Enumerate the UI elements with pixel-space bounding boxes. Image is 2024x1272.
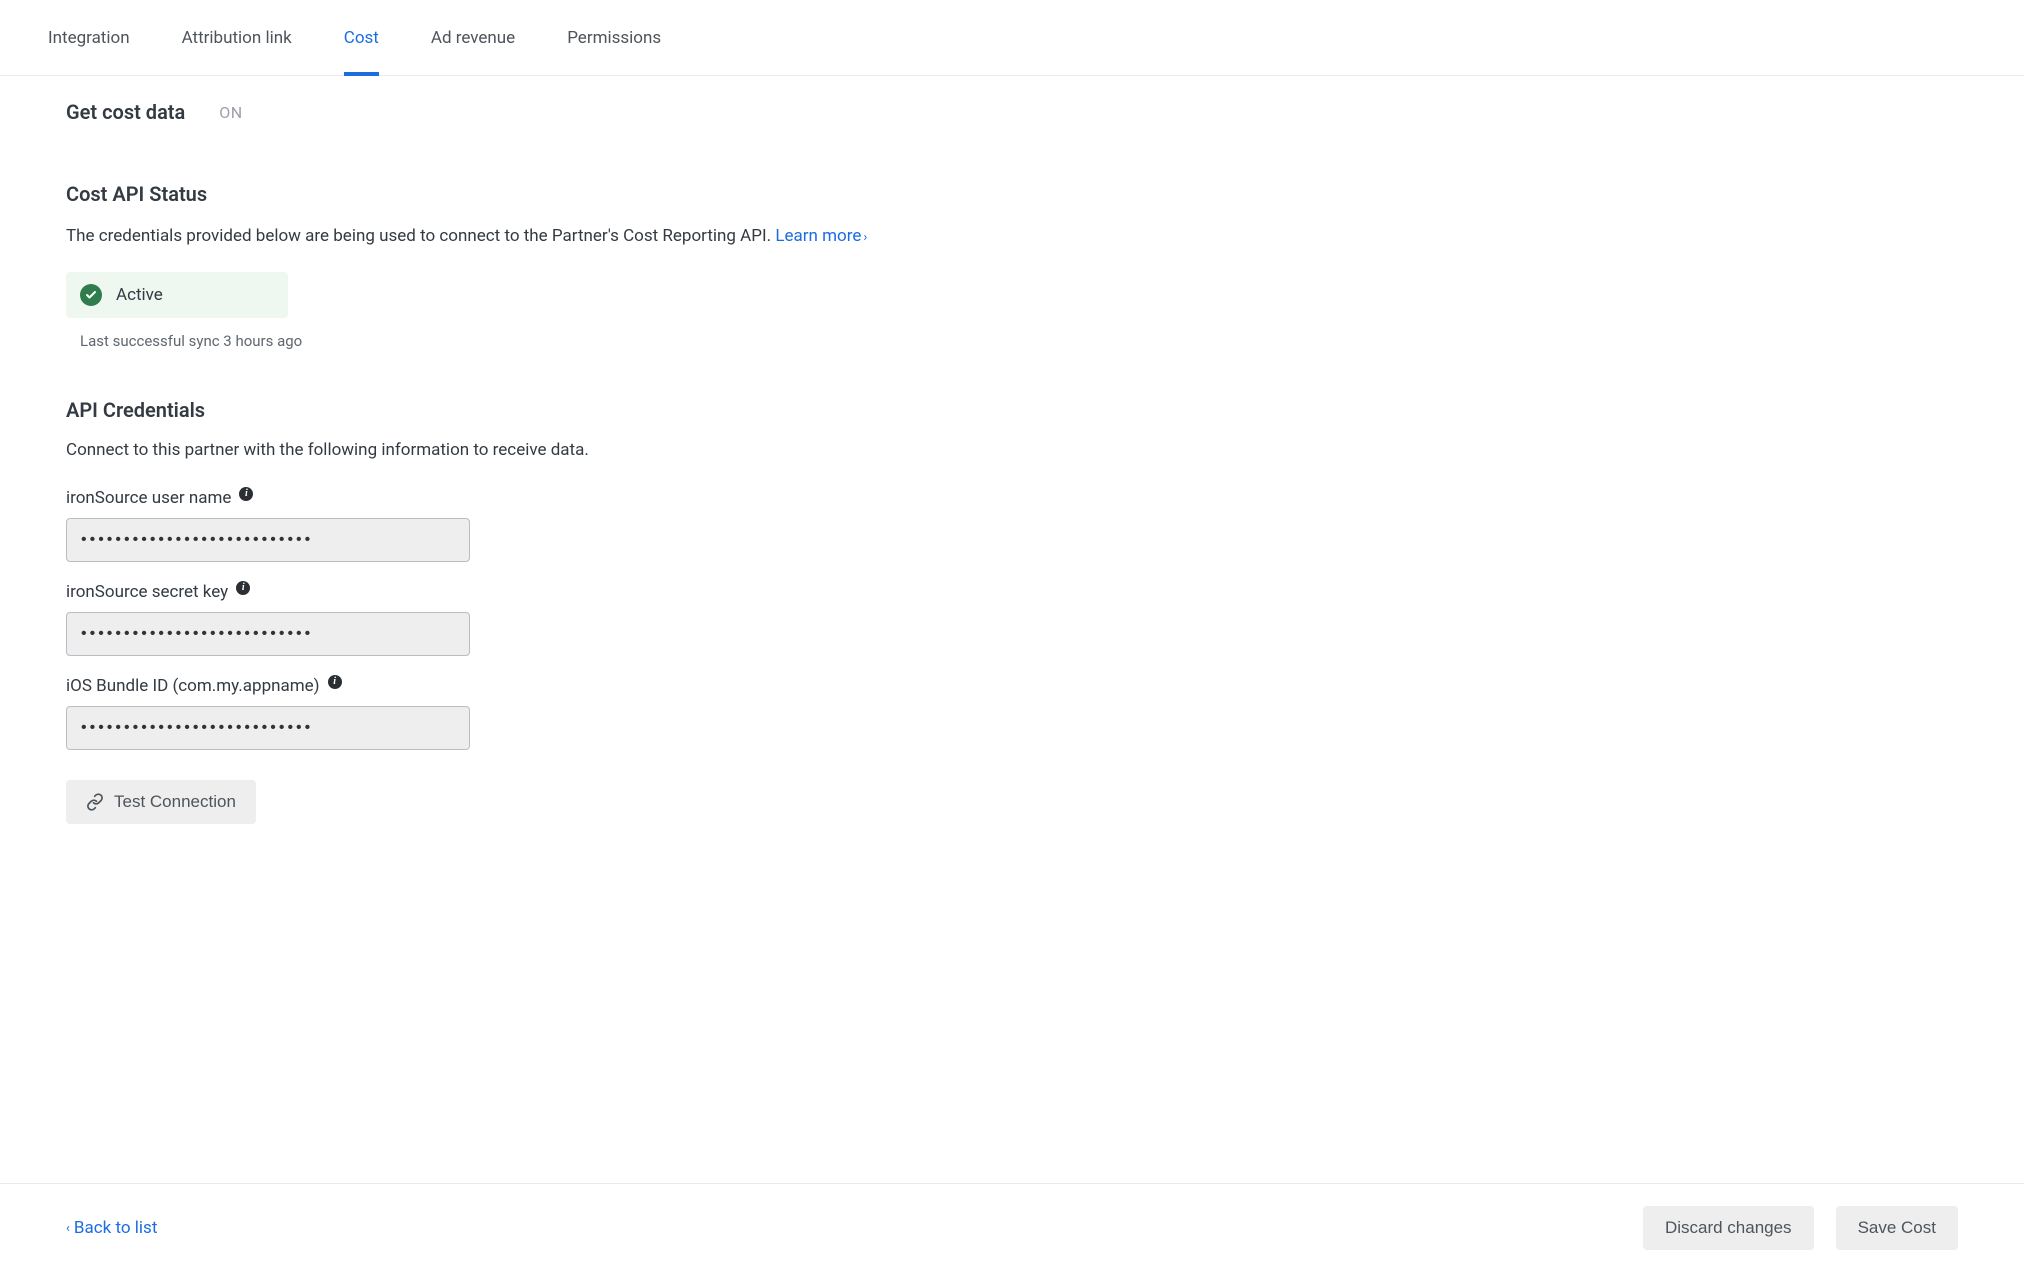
status-section: Cost API Status The credentials provided… bbox=[66, 182, 1958, 350]
bundle-input[interactable] bbox=[66, 706, 470, 750]
info-icon[interactable]: i bbox=[236, 581, 250, 595]
username-label: ironSource user name bbox=[66, 488, 231, 508]
chevron-left-icon: ‹ bbox=[66, 1221, 70, 1236]
sync-text: Last successful sync 3 hours ago bbox=[80, 332, 1958, 350]
learn-more-link[interactable]: Learn more› bbox=[775, 226, 867, 246]
credentials-section: API Credentials Connect to this partner … bbox=[66, 398, 1958, 824]
header-row: Get cost data ON bbox=[66, 100, 1958, 124]
tab-attribution-link[interactable]: Attribution link bbox=[182, 2, 292, 76]
status-desc-text: The credentials provided below are being… bbox=[66, 226, 775, 246]
save-cost-button[interactable]: Save Cost bbox=[1836, 1206, 1958, 1250]
discard-changes-button[interactable]: Discard changes bbox=[1643, 1206, 1814, 1250]
test-connection-label: Test Connection bbox=[114, 792, 236, 812]
secret-label: ironSource secret key bbox=[66, 582, 228, 602]
content-area: Get cost data ON Cost API Status The cre… bbox=[0, 76, 2024, 1183]
field-username: ironSource user name i bbox=[66, 488, 1958, 562]
check-circle-icon bbox=[80, 284, 102, 306]
footer-actions: Discard changes Save Cost bbox=[1643, 1206, 1958, 1250]
link-icon bbox=[86, 793, 104, 811]
info-icon[interactable]: i bbox=[239, 487, 253, 501]
footer-bar: ‹ Back to list Discard changes Save Cost bbox=[0, 1183, 2024, 1272]
tab-cost[interactable]: Cost bbox=[344, 2, 379, 76]
tab-permissions[interactable]: Permissions bbox=[567, 2, 661, 76]
status-badge-text: Active bbox=[116, 285, 163, 305]
bundle-label: iOS Bundle ID (com.my.appname) bbox=[66, 676, 320, 696]
field-bundle: iOS Bundle ID (com.my.appname) i bbox=[66, 676, 1958, 750]
status-badge: Active bbox=[66, 272, 288, 318]
credentials-section-desc: Connect to this partner with the followi… bbox=[66, 440, 1958, 460]
back-label: Back to list bbox=[74, 1218, 157, 1238]
credentials-section-title: API Credentials bbox=[66, 398, 1958, 422]
secret-input[interactable] bbox=[66, 612, 470, 656]
chevron-right-icon: › bbox=[863, 228, 867, 248]
toggle-state[interactable]: ON bbox=[219, 103, 242, 122]
tab-ad-revenue[interactable]: Ad revenue bbox=[431, 2, 515, 76]
username-input[interactable] bbox=[66, 518, 470, 562]
info-icon[interactable]: i bbox=[328, 675, 342, 689]
tab-integration[interactable]: Integration bbox=[48, 2, 130, 76]
back-to-list-link[interactable]: ‹ Back to list bbox=[66, 1218, 157, 1238]
test-connection-button[interactable]: Test Connection bbox=[66, 780, 256, 824]
status-section-title: Cost API Status bbox=[66, 182, 1958, 206]
field-secret: ironSource secret key i bbox=[66, 582, 1958, 656]
tabs-bar: Integration Attribution link Cost Ad rev… bbox=[0, 0, 2024, 76]
page-title: Get cost data bbox=[66, 100, 185, 124]
status-section-desc: The credentials provided below are being… bbox=[66, 224, 1958, 250]
